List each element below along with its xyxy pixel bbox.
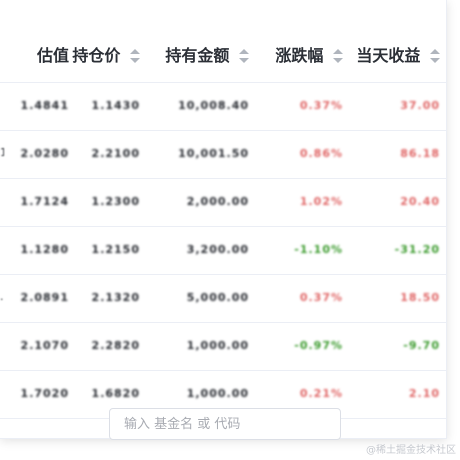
cell-profit: 2.10 [408, 387, 440, 400]
cell-cost: 1.6820 [91, 387, 140, 400]
sort-icon[interactable] [333, 48, 343, 63]
cell-cost: 1.1430 [91, 99, 140, 112]
column-header-label: 估值 [36, 45, 69, 65]
cell-amount: 10,001.50 [178, 147, 249, 160]
column-header-change[interactable]: 涨跌幅 [275, 43, 343, 67]
column-header-label: 当天收益 [356, 45, 421, 65]
cell-name-truncated [0, 335, 4, 355]
cell-amount: 1,000.00 [186, 387, 249, 400]
table-row[interactable]: 1.1280 1.2150 3,200.00 -1.10% -31.20 [0, 227, 446, 275]
cell-cost: 1.2300 [91, 195, 140, 208]
page: 估值 持仓价 持有金额 涨跌幅 当天收益 1.4841 1.1430 10,008.… [0, 0, 460, 460]
column-header-label: 涨跌幅 [275, 45, 324, 65]
cell-change: -1.10% [294, 243, 343, 256]
column-header-profit[interactable]: 当天收益 [356, 43, 440, 67]
fund-search-input[interactable] [109, 408, 341, 440]
cell-cost: 2.2820 [91, 339, 140, 352]
cell-amount: 10,008.40 [178, 99, 249, 112]
column-header-estimate: 估值 [37, 43, 69, 67]
column-header-cost[interactable]: 持仓价 [72, 43, 140, 67]
cell-profit: 37.00 [400, 99, 440, 112]
cell-estimate: 1.1280 [20, 243, 69, 256]
watermark: @稀土掘金技术社区 [366, 445, 456, 456]
table-row[interactable]: 1.7124 1.2300 2,000.00 1.02% 20.40 [0, 179, 446, 227]
table-row[interactable]: 1 2.0280 2.2100 10,001.50 0.86% 86.18 [0, 131, 446, 179]
table-row[interactable]: . 2.0891 2.1320 5,000.00 0.37% 18.50 [0, 275, 446, 323]
fund-table-panel: 估值 持仓价 持有金额 涨跌幅 当天收益 1.4841 1.1430 10,008.… [0, 0, 447, 440]
cell-profit: 20.40 [400, 195, 440, 208]
column-header-label: 持有金额 [165, 45, 230, 65]
sort-icon[interactable] [130, 48, 140, 63]
cell-cost: 2.2100 [91, 147, 140, 160]
cell-amount: 2,000.00 [186, 195, 249, 208]
cell-cost: 1.2150 [91, 243, 140, 256]
cell-profit: 18.50 [400, 291, 440, 304]
cell-estimate: 2.0891 [20, 291, 69, 304]
cell-amount: 1,000.00 [186, 339, 249, 352]
cell-change: 0.86% [299, 147, 343, 160]
cell-change: 0.37% [299, 291, 343, 304]
column-header-label: 持仓价 [72, 45, 121, 65]
cell-change: 0.37% [299, 99, 343, 112]
cell-change: 0.21% [299, 387, 343, 400]
sort-icon[interactable] [239, 48, 249, 63]
cell-name-truncated: . [0, 290, 4, 303]
cell-profit: -9.70 [403, 339, 440, 352]
cell-name-truncated [0, 239, 4, 259]
cell-cost: 2.1320 [91, 291, 140, 304]
cell-estimate: 1.7020 [20, 387, 69, 400]
cell-name-truncated: 1 [0, 146, 4, 159]
cell-estimate: 2.1070 [20, 339, 69, 352]
cell-change: -0.97% [294, 339, 343, 352]
cell-estimate: 1.7124 [20, 195, 69, 208]
cell-name-truncated [0, 95, 4, 115]
cell-profit: -31.20 [394, 243, 440, 256]
cell-amount: 5,000.00 [186, 291, 249, 304]
table-body: 1.4841 1.1430 10,008.40 0.37% 37.00 1 2.0280 2.… [0, 83, 446, 419]
cell-amount: 3,200.00 [186, 243, 249, 256]
cell-estimate: 1.4841 [20, 99, 69, 112]
cell-profit: 86.18 [400, 147, 440, 160]
sort-icon[interactable] [430, 48, 440, 63]
cell-name-truncated [0, 383, 4, 403]
cell-change: 1.02% [299, 195, 343, 208]
table-row[interactable]: 1.4841 1.1430 10,008.40 0.37% 37.00 [0, 83, 446, 131]
cell-estimate: 2.0280 [20, 147, 69, 160]
table-row[interactable]: 2.1070 2.2820 1,000.00 -0.97% -9.70 [0, 323, 446, 371]
column-header-amount[interactable]: 持有金额 [165, 43, 249, 67]
table-header: 估值 持仓价 持有金额 涨跌幅 当天收益 [0, 28, 446, 83]
cell-name-truncated [0, 191, 4, 211]
